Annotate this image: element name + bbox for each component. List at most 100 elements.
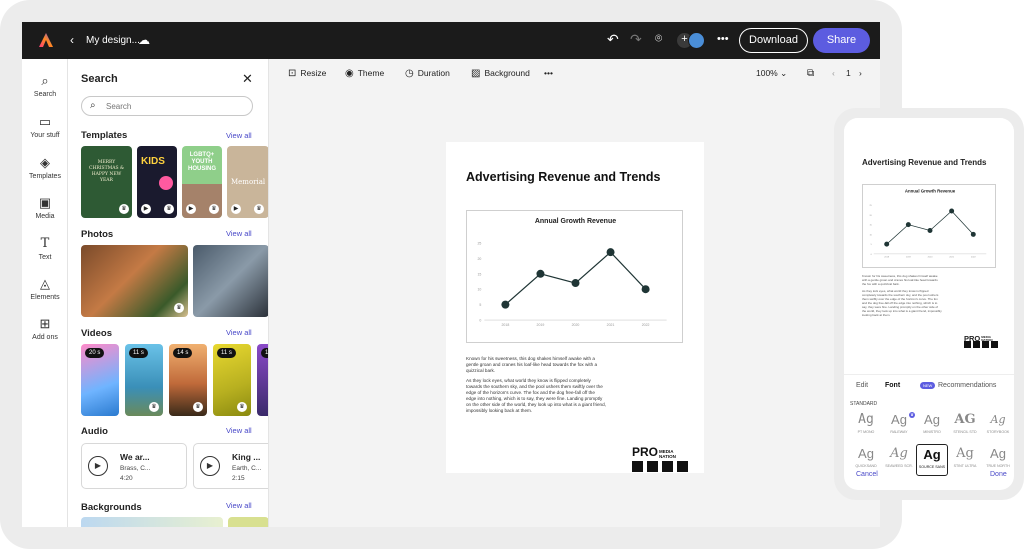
redo-icon[interactable]: ↷ <box>630 31 642 48</box>
nav-item-elements[interactable]: ◬ Elements <box>22 276 68 301</box>
close-icon[interactable]: ✕ <box>242 71 253 87</box>
audio-card[interactable]: ▶ We ar... Brass, C... 4:20 <box>81 443 187 489</box>
audio-duration: 2:15 <box>232 475 245 482</box>
x-tick-label: 2021 <box>949 257 955 259</box>
data-point <box>970 231 976 237</box>
templates-view-all-link[interactable]: View all <box>226 131 252 140</box>
audio-card[interactable]: ▶ King ... Earth, C... 2:15 <box>193 443 268 489</box>
location-pin-icon[interactable]: ⌾ <box>655 31 662 46</box>
document-title[interactable]: Advertising Revenue and Trends <box>466 170 666 184</box>
y-tick-label: 15 <box>869 225 872 227</box>
document-page[interactable]: Advertising Revenue and Trends Annual Gr… <box>446 142 704 473</box>
y-tick-label: 10 <box>477 288 481 292</box>
font-preview: Ag <box>858 446 874 461</box>
cancel-button[interactable]: Cancel <box>856 471 878 478</box>
tab-recommendations[interactable]: Recommendations <box>938 382 996 389</box>
nav-item-your-stuff[interactable]: ▭ Your stuff <box>22 114 68 139</box>
chart-frame[interactable]: Annual Growth Revenue 0 5 10 15 20 25 2018 2019 2… <box>466 210 683 343</box>
videos-heading: Videos <box>81 328 112 339</box>
share-button[interactable]: Share <box>813 28 870 53</box>
font-name: SEAWEED SCR. <box>885 464 913 468</box>
play-icon[interactable]: ▶ <box>88 456 108 476</box>
tab-font[interactable]: Font <box>885 382 900 389</box>
font-option[interactable]: Ag MINISTRO <box>916 410 948 442</box>
font-option[interactable]: Ag SEAWEED SCR. <box>883 444 915 476</box>
template-thumb[interactable]: KIDS ▶ ♛ <box>137 146 177 218</box>
undo-icon[interactable]: ↶ <box>607 31 619 48</box>
premium-badge-icon: ♛ <box>174 303 184 313</box>
body-paragraph: Known for his sweetness, this dog shakes… <box>466 356 598 373</box>
nav-item-text[interactable]: T Text <box>22 236 68 261</box>
photo-thumb[interactable] <box>193 245 268 317</box>
audio-title: We ar... <box>120 452 150 462</box>
font-option[interactable]: Ag STINT ULTRA <box>949 444 981 476</box>
background-thumb[interactable] <box>228 517 268 527</box>
nav-item-add-ons[interactable]: ⊞ Add ons <box>22 316 68 341</box>
next-page-icon[interactable]: › <box>859 68 862 78</box>
more-options-icon[interactable]: ••• <box>717 33 729 45</box>
templates-heading: Templates <box>81 130 128 141</box>
video-thumb[interactable]: 11 s ♛ <box>213 344 251 416</box>
background-thumb[interactable] <box>81 517 223 527</box>
nav-label: Templates <box>29 173 61 180</box>
prev-page-icon[interactable]: ‹ <box>832 68 835 78</box>
font-option[interactable]: AG STENCIL STD <box>949 410 981 442</box>
play-icon[interactable]: ▶ <box>200 456 220 476</box>
theme-button[interactable]: ◉ Theme <box>345 68 384 79</box>
template-thumb[interactable]: Memorial ▶ ♛ <box>227 146 268 218</box>
tab-edit[interactable]: Edit <box>856 382 868 389</box>
font-name: RALEWAY <box>890 430 908 434</box>
videos-view-all-link[interactable]: View all <box>226 328 252 337</box>
phone-frame: Advertising Revenue and Trends Annual Gr… <box>834 108 1024 500</box>
font-option-selected[interactable]: Ag SOURCE SANS <box>916 444 948 476</box>
video-thumb[interactable]: 20 s <box>81 344 119 416</box>
brand-sub2: NATION <box>659 454 676 459</box>
nav-label: Add ons <box>32 334 58 341</box>
audio-title: King ... <box>232 452 261 462</box>
y-tick-label: 5 <box>479 303 481 307</box>
data-point <box>571 279 580 288</box>
brand-square <box>991 341 998 348</box>
download-button[interactable]: Download <box>739 28 808 53</box>
phone-body-paragraph: Known for his sweetness, this dog shakes… <box>862 274 938 286</box>
folder-icon: ▭ <box>38 114 52 129</box>
avatar[interactable] <box>688 32 705 49</box>
font-option[interactable]: Ag STORYBOOK <box>982 410 1014 442</box>
more-options-icon[interactable]: ••• <box>544 68 553 78</box>
photos-view-all-link[interactable]: View all <box>226 229 252 238</box>
adobe-express-logo[interactable] <box>38 32 54 48</box>
zoom-select[interactable]: 100% ⌄ <box>756 68 787 79</box>
video-thumb[interactable]: 11 s ♛ <box>125 344 163 416</box>
pages-icon[interactable]: ⧉ <box>807 68 814 79</box>
search-input[interactable] <box>106 99 246 113</box>
photo-thumb[interactable]: ♛ <box>81 245 188 317</box>
collaborators[interactable]: + <box>676 32 708 49</box>
background-label: Background <box>484 68 530 78</box>
back-chevron-icon[interactable]: ‹ <box>70 33 74 47</box>
nav-item-search[interactable]: ⌕ Search <box>22 73 68 98</box>
template-thumb[interactable]: MERRY CHRISTMAS & HAPPY NEW YEAR ♛ <box>81 146 132 218</box>
backgrounds-view-all-link[interactable]: View all <box>226 501 252 510</box>
nav-item-templates[interactable]: ◈ Templates <box>22 155 68 180</box>
template-thumb[interactable]: LGBTQ+ YOUTH HOUSING ▶ ♛ <box>182 146 222 218</box>
video-thumb[interactable]: 17 <box>257 344 268 416</box>
audio-view-all-link[interactable]: View all <box>226 426 252 435</box>
photos-heading: Photos <box>81 229 114 240</box>
document-name[interactable]: My design... <box>86 35 140 46</box>
document-body[interactable]: Known for his sweetness, this dog shakes… <box>466 356 606 418</box>
data-point <box>501 300 510 309</box>
font-name: TRUE NORTH <box>986 464 1010 468</box>
nav-item-media[interactable]: ▣ Media <box>22 195 68 220</box>
resize-button[interactable]: ⊡ Resize <box>288 68 326 79</box>
duration-button[interactable]: ◷ Duration <box>405 68 450 79</box>
font-option[interactable]: Ag PT MONO <box>850 410 882 442</box>
background-button[interactable]: ▨ Background <box>471 68 530 79</box>
body-paragraph: As they lock eyes, what world they know … <box>466 378 606 413</box>
template-text: Memorial <box>231 178 266 186</box>
done-button[interactable]: Done <box>990 471 1007 478</box>
search-box[interactable]: ⌕ <box>81 96 253 116</box>
template-text: MERRY CHRISTMAS & HAPPY NEW YEAR <box>89 160 124 183</box>
font-option[interactable]: Ag RALEWAY ♛ <box>883 410 915 442</box>
panel-title: Search <box>81 73 118 85</box>
video-thumb[interactable]: 14 s ♛ <box>169 344 207 416</box>
